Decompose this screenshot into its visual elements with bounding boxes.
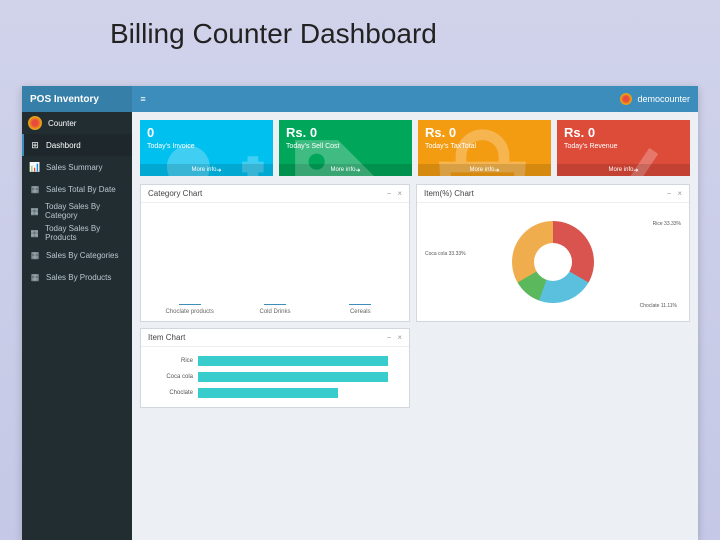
- sidebar-item-sales-categories[interactable]: ▦ Sales By Categories: [22, 244, 132, 266]
- sidebar-item-label: Today Sales By Category: [45, 202, 126, 220]
- more-info-link[interactable]: More info ➜: [557, 164, 690, 176]
- content-area: 0 Today's Invoice More info ➜ Rs. 0 Toda…: [132, 112, 698, 540]
- panel-category-chart: Category Chart − × Choclate products Col…: [140, 184, 410, 322]
- card-invoice: 0 Today's Invoice More info ➜: [140, 120, 273, 176]
- grid-icon: ▦: [30, 228, 39, 238]
- bar-label: Cold Drinks: [259, 309, 290, 315]
- sidebar: Counter ⊞ Dashbord 📊 Sales Summary ▦ Sal…: [22, 112, 132, 540]
- hbar-label: Coca cola: [149, 374, 193, 380]
- card-revenue: Rs. 0 Today's Revenue More info ➜: [557, 120, 690, 176]
- bar-label: Cereals: [350, 309, 371, 315]
- sidebar-item-sales-products[interactable]: ▦ Sales By Products: [22, 266, 132, 288]
- hbar-label: Rice: [149, 358, 193, 364]
- counter-avatar: [28, 116, 42, 130]
- pie-label: Coca cola 33.33%: [425, 251, 466, 257]
- close-icon[interactable]: ×: [397, 333, 402, 342]
- sidebar-item-label: Today Sales By Products: [45, 224, 126, 242]
- dashboard-icon: ⊞: [30, 140, 40, 150]
- more-info-link[interactable]: More info ➜: [418, 164, 551, 176]
- slide-title: Billing Counter Dashboard: [0, 0, 720, 60]
- minimize-icon[interactable]: −: [387, 333, 392, 342]
- panel-item-pct-chart: Item(%) Chart − × Coca cola 33.33% Rice …: [416, 184, 690, 322]
- sidebar-item-today-category[interactable]: ▦ Today Sales By Category: [22, 200, 132, 222]
- category-chart-body: Choclate products Cold Drinks Cereals: [141, 203, 409, 321]
- more-info-link[interactable]: More info ➜: [279, 164, 412, 176]
- pie-label: Choclate 11.11%: [640, 303, 677, 309]
- pie-label: Rice 33.33%: [653, 221, 681, 227]
- counter-label: Counter: [48, 119, 76, 128]
- grid-icon: ▦: [30, 250, 40, 260]
- chart-icon: 📊: [30, 162, 40, 172]
- sidebar-item-dashboard[interactable]: ⊞ Dashbord: [22, 134, 132, 156]
- more-info-link[interactable]: More info ➜: [140, 164, 273, 176]
- sidebar-item-sales-summary[interactable]: 📊 Sales Summary: [22, 156, 132, 178]
- hbar: [198, 388, 338, 398]
- minimize-icon[interactable]: −: [667, 189, 672, 198]
- sidebar-item-sales-by-date[interactable]: ▦ Sales Total By Date: [22, 178, 132, 200]
- donut-chart: [512, 221, 594, 303]
- hbar: [198, 372, 388, 382]
- sidebar-header: Counter: [22, 112, 132, 134]
- app-window: POS Inventory ≡ democounter Counter ⊞ Da…: [22, 86, 698, 540]
- user-name[interactable]: democounter: [637, 94, 690, 104]
- user-avatar[interactable]: [620, 93, 632, 105]
- brand: POS Inventory: [22, 86, 132, 112]
- grid-icon: ▦: [30, 206, 39, 216]
- sidebar-item-label: Sales Total By Date: [46, 185, 116, 194]
- pie-chart-body: Coca cola 33.33% Rice 33.33% Choclate 11…: [417, 203, 689, 321]
- sidebar-item-label: Sales By Categories: [46, 251, 118, 260]
- panel-item-chart: Item Chart − × Rice Coca cola Choclate: [140, 328, 410, 408]
- stat-cards: 0 Today's Invoice More info ➜ Rs. 0 Toda…: [140, 120, 690, 176]
- hbar: [198, 356, 388, 366]
- close-icon[interactable]: ×: [677, 189, 682, 198]
- item-chart-body: Rice Coca cola Choclate: [141, 347, 409, 407]
- card-tax: Rs. 0 Today's TaxTotal More info ➜: [418, 120, 551, 176]
- panel-title: Category Chart: [148, 189, 202, 198]
- sidebar-item-label: Sales Summary: [46, 163, 102, 172]
- calendar-icon: ▦: [30, 184, 40, 194]
- card-sellcost: Rs. 0 Today's Sell Cost More info ➜: [279, 120, 412, 176]
- hbar-label: Choclate: [149, 390, 193, 396]
- sidebar-item-label: Dashbord: [46, 141, 81, 150]
- calendar-icon: ▦: [30, 272, 40, 282]
- sidebar-item-today-products[interactable]: ▦ Today Sales By Products: [22, 222, 132, 244]
- close-icon[interactable]: ×: [397, 189, 402, 198]
- minimize-icon[interactable]: −: [387, 189, 392, 198]
- topbar: POS Inventory ≡ democounter: [22, 86, 698, 112]
- panel-title: Item(%) Chart: [424, 189, 474, 198]
- panel-title: Item Chart: [148, 333, 185, 342]
- sidebar-item-label: Sales By Products: [46, 273, 111, 282]
- bar-label: Choclate products: [165, 309, 213, 315]
- hamburger-icon[interactable]: ≡: [132, 94, 154, 104]
